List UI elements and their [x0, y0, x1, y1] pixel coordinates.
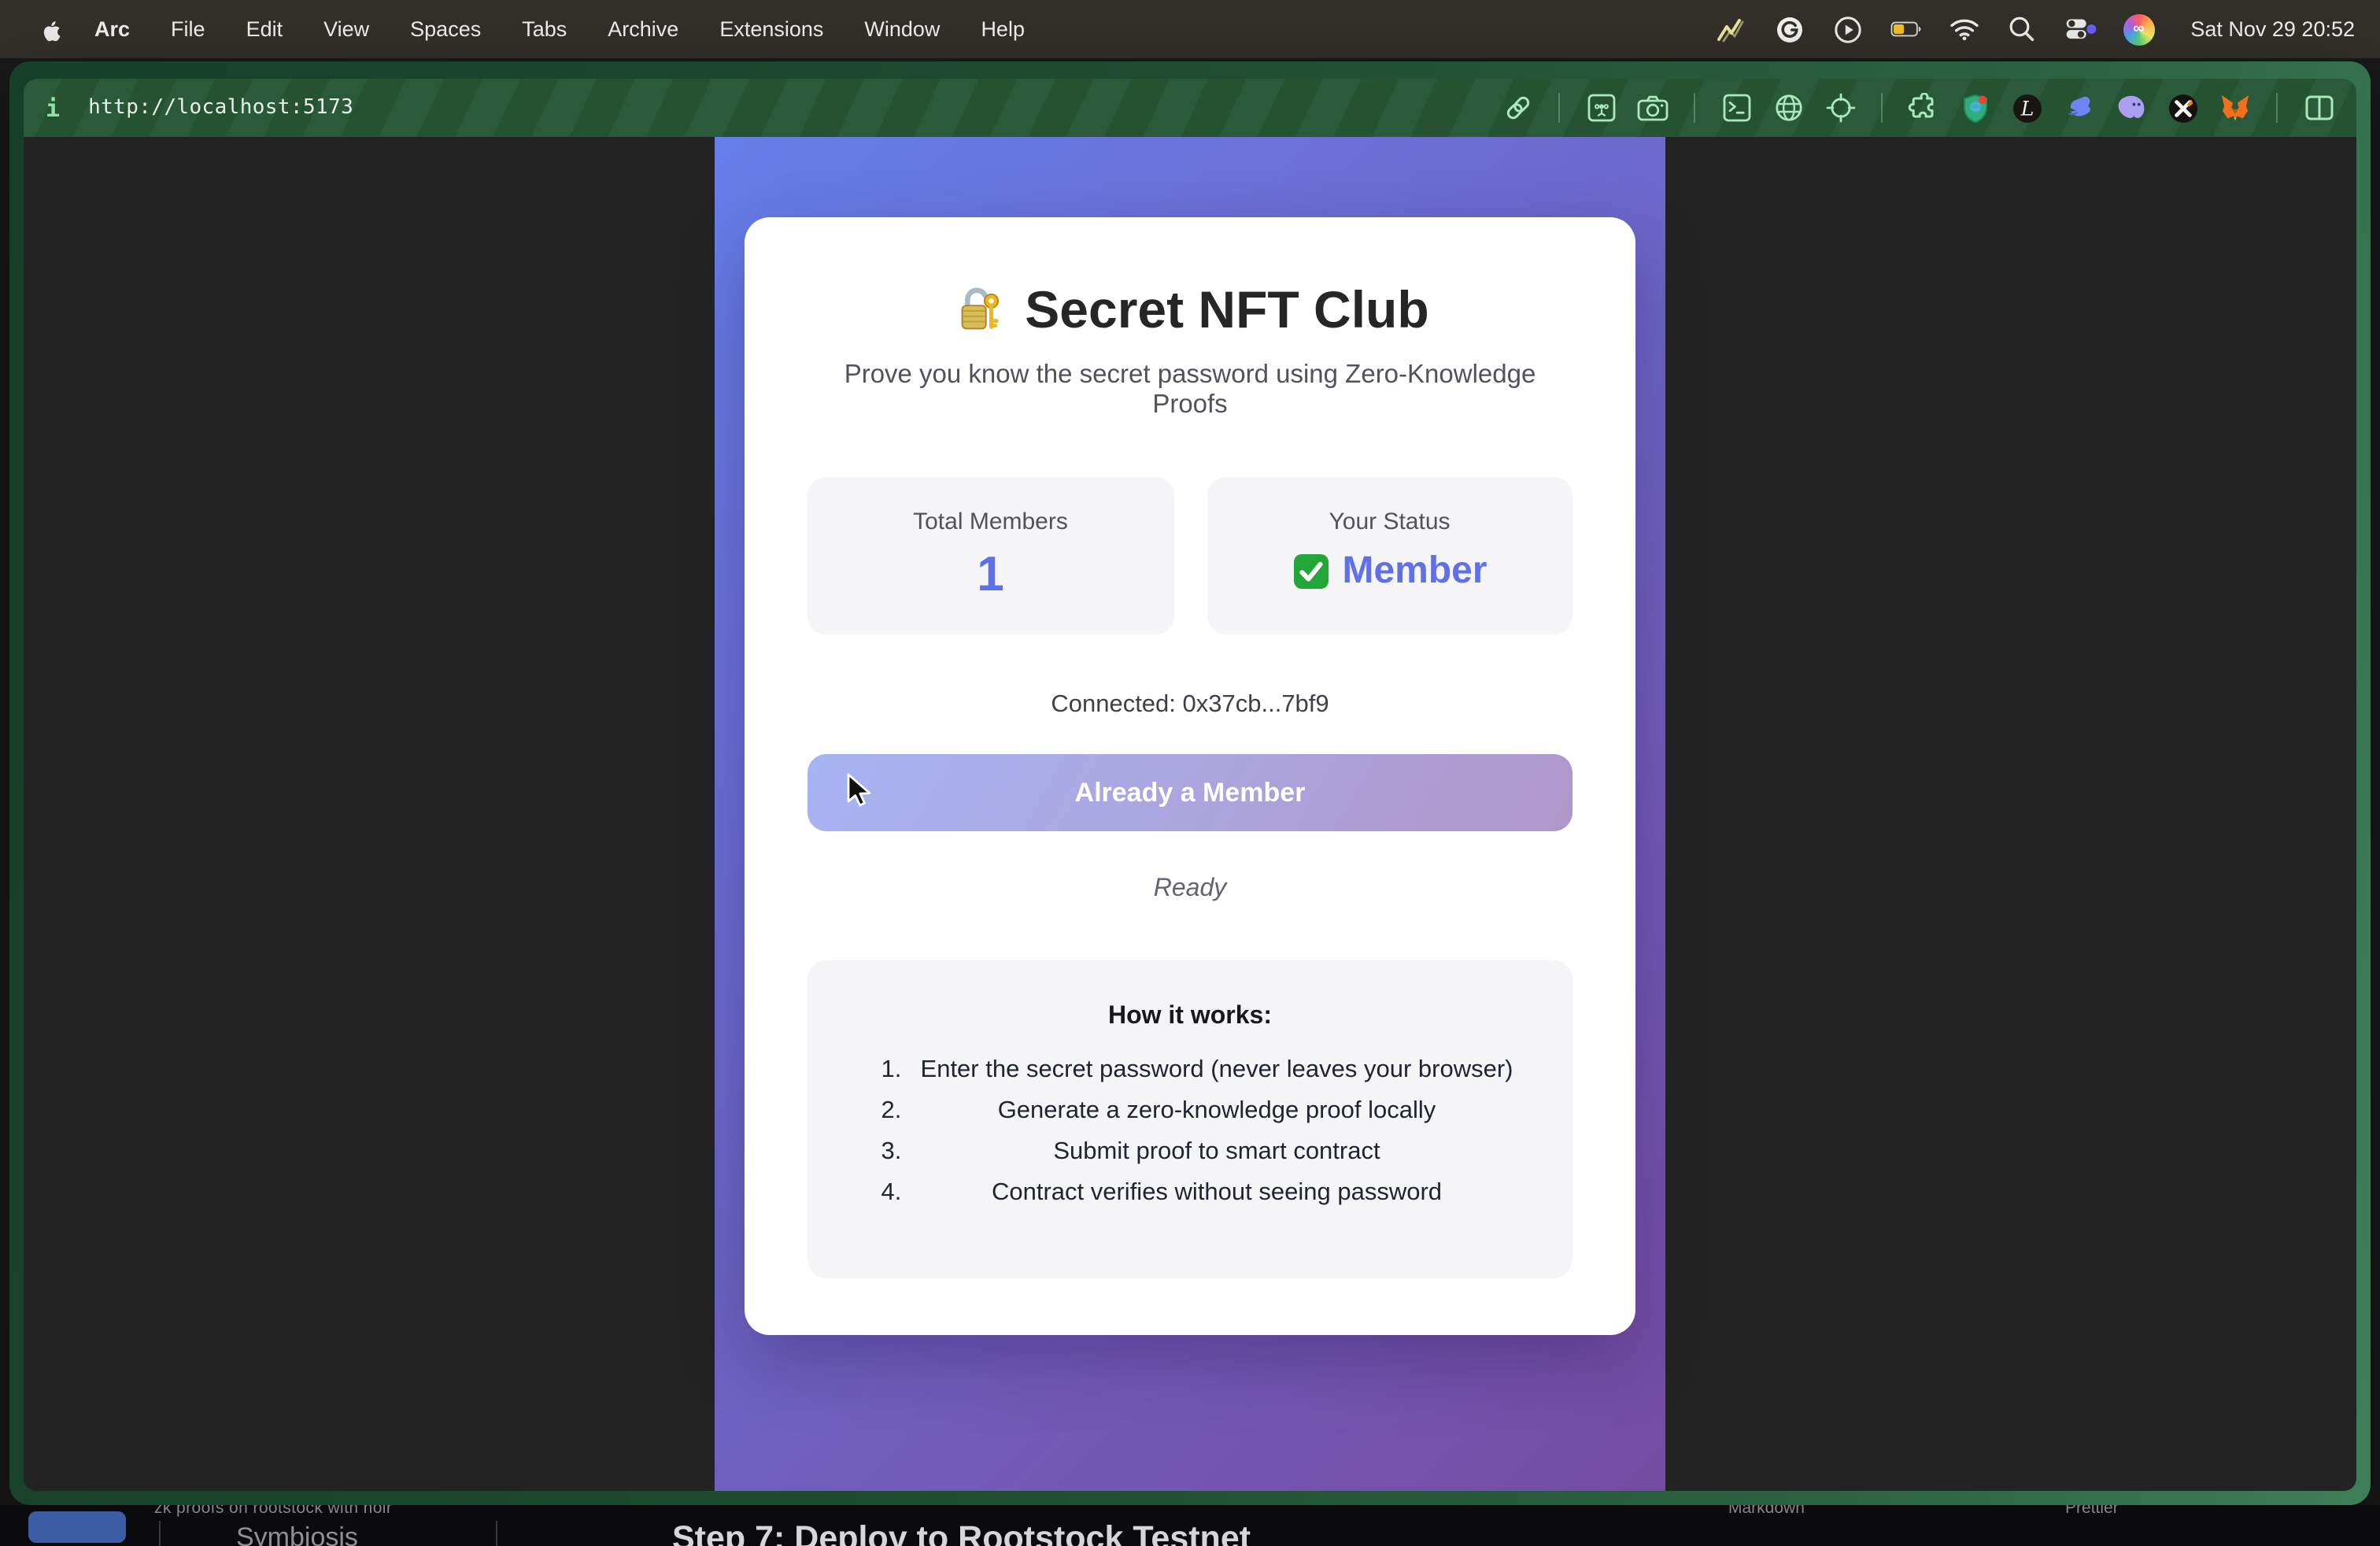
member-status-text: Member — [1342, 549, 1487, 594]
menu-arc[interactable]: Arc — [94, 17, 130, 41]
terminal-icon[interactable] — [1720, 92, 1752, 124]
menu-extensions[interactable]: Extensions — [719, 17, 823, 41]
background-divider — [496, 1521, 497, 1546]
how-step-3: Submit proof to smart contract — [908, 1140, 1525, 1165]
apple-icon — [36, 15, 61, 43]
battery-icon[interactable] — [1890, 13, 1921, 45]
browser-viewport: Secret NFT Club Prove you know the secre… — [24, 137, 2356, 1491]
page-background-gradient: Secret NFT Club Prove you know the secre… — [715, 137, 1665, 1491]
status-text: Ready — [808, 875, 1572, 904]
phantom-wallet-icon[interactable] — [2116, 92, 2147, 124]
mouse-cursor — [842, 773, 877, 811]
loop-icon[interactable]: ∞ — [2123, 13, 2154, 45]
background-doc-heading: Step 7: Deploy to Rootstock Testnet — [672, 1519, 1251, 1546]
page-title-text: Secret NFT Club — [1025, 280, 1428, 340]
toolbar-extensions-area: L — [1502, 92, 2334, 124]
how-step-4: Contract verifies without seeing passwor… — [908, 1181, 1525, 1206]
x-app-icon[interactable] — [2168, 92, 2199, 124]
menubar-status-area: ∞ Sat Nov 29 20:52 — [1715, 13, 2355, 45]
browser-toolbar: i http://localhost:5173 — [24, 79, 2356, 137]
menu-items: Arc File Edit View Spaces Tabs Archive E… — [94, 17, 1025, 41]
stocks-icon[interactable] — [1715, 13, 1746, 45]
your-status-value: Member — [1207, 549, 1572, 594]
total-members-label: Total Members — [808, 509, 1173, 535]
total-members-box: Total Members 1 — [808, 477, 1173, 634]
how-it-works-box: How it works: Enter the secret password … — [808, 960, 1572, 1278]
background-markdown-label: Markdown — [1728, 1505, 1805, 1518]
menu-tabs[interactable]: Tabs — [522, 17, 567, 41]
script-l-icon[interactable]: L — [2012, 92, 2043, 124]
page-title: Secret NFT Club — [808, 280, 1572, 340]
menu-spaces[interactable]: Spaces — [410, 17, 481, 41]
target-picker-icon[interactable] — [1824, 92, 1856, 124]
macos-menubar: Arc File Edit View Spaces Tabs Archive E… — [0, 0, 2380, 58]
background-editor-window[interactable]: zk proofs on rootstock with noir Markdow… — [0, 1505, 2380, 1546]
extensions-puzzle-icon[interactable] — [1908, 92, 1939, 124]
menubar-clock[interactable]: Sat Nov 29 20:52 — [2190, 17, 2355, 41]
screenshot-image-icon[interactable] — [1585, 92, 1617, 124]
arc-browser-window: i http://localhost:5173 — [9, 61, 2371, 1505]
toolbar-divider — [1558, 93, 1560, 123]
menu-edit[interactable]: Edit — [246, 17, 283, 41]
play-icon[interactable] — [1831, 13, 1863, 45]
background-doc-tab: Symbiosis — [236, 1522, 358, 1546]
your-status-label: Your Status — [1207, 509, 1572, 535]
background-tab-title: zk proofs on rootstock with noir — [154, 1505, 392, 1518]
page-subtitle: Prove you know the secret password using… — [808, 361, 1572, 420]
background-divider — [159, 1521, 161, 1546]
stats-row: Total Members 1 Your Status Member — [808, 477, 1572, 634]
total-members-value: 1 — [808, 546, 1173, 603]
rabby-wallet-icon[interactable] — [2064, 92, 2095, 124]
copy-link-icon[interactable] — [1502, 92, 1533, 124]
background-prettier-label: Prettier — [2065, 1505, 2119, 1518]
toolbar-divider — [1694, 93, 1695, 123]
already-a-member-button[interactable]: Already a Member — [808, 754, 1572, 831]
background-blue-tab — [28, 1511, 126, 1543]
how-it-works-list: Enter the secret password (never leaves … — [855, 1058, 1525, 1206]
lock-with-key-emoji-icon — [951, 283, 1006, 338]
toolbar-divider — [2276, 93, 2278, 123]
svg-text:L: L — [2020, 96, 2034, 119]
globe-icon[interactable] — [1772, 92, 1804, 124]
apple-menu[interactable] — [25, 15, 72, 43]
metamask-icon[interactable] — [2219, 92, 2251, 124]
site-info-icon[interactable]: i — [46, 94, 60, 122]
menu-help[interactable]: Help — [981, 17, 1025, 41]
secret-nft-club-card: Secret NFT Club Prove you know the secre… — [745, 217, 1635, 1335]
spotlight-search-icon[interactable] — [2006, 13, 2038, 45]
check-mark-emoji-icon — [1292, 553, 1329, 590]
connected-wallet-address: Connected: 0x37cb...7bf9 — [808, 691, 1572, 719]
toolbar-divider — [1881, 93, 1883, 123]
menu-view[interactable]: View — [323, 17, 369, 41]
desktop: Arc File Edit View Spaces Tabs Archive E… — [0, 0, 2380, 1546]
camera-icon[interactable] — [1637, 92, 1669, 124]
split-view-icon[interactable] — [2303, 92, 2334, 124]
wifi-icon[interactable] — [1948, 13, 1979, 45]
how-step-1: Enter the secret password (never leaves … — [908, 1058, 1525, 1083]
privacy-shield-icon[interactable] — [1960, 92, 1991, 124]
menu-archive[interactable]: Archive — [608, 17, 678, 41]
menu-window[interactable]: Window — [864, 17, 940, 41]
control-center-icon[interactable] — [2064, 13, 2096, 45]
grammarly-icon[interactable] — [1773, 13, 1805, 45]
how-step-2: Generate a zero-knowledge proof locally — [908, 1099, 1525, 1124]
your-status-box: Your Status Member — [1207, 477, 1572, 634]
how-it-works-heading: How it works: — [855, 1003, 1525, 1031]
address-bar[interactable]: http://localhost:5173 — [88, 96, 353, 120]
menu-file[interactable]: File — [171, 17, 205, 41]
